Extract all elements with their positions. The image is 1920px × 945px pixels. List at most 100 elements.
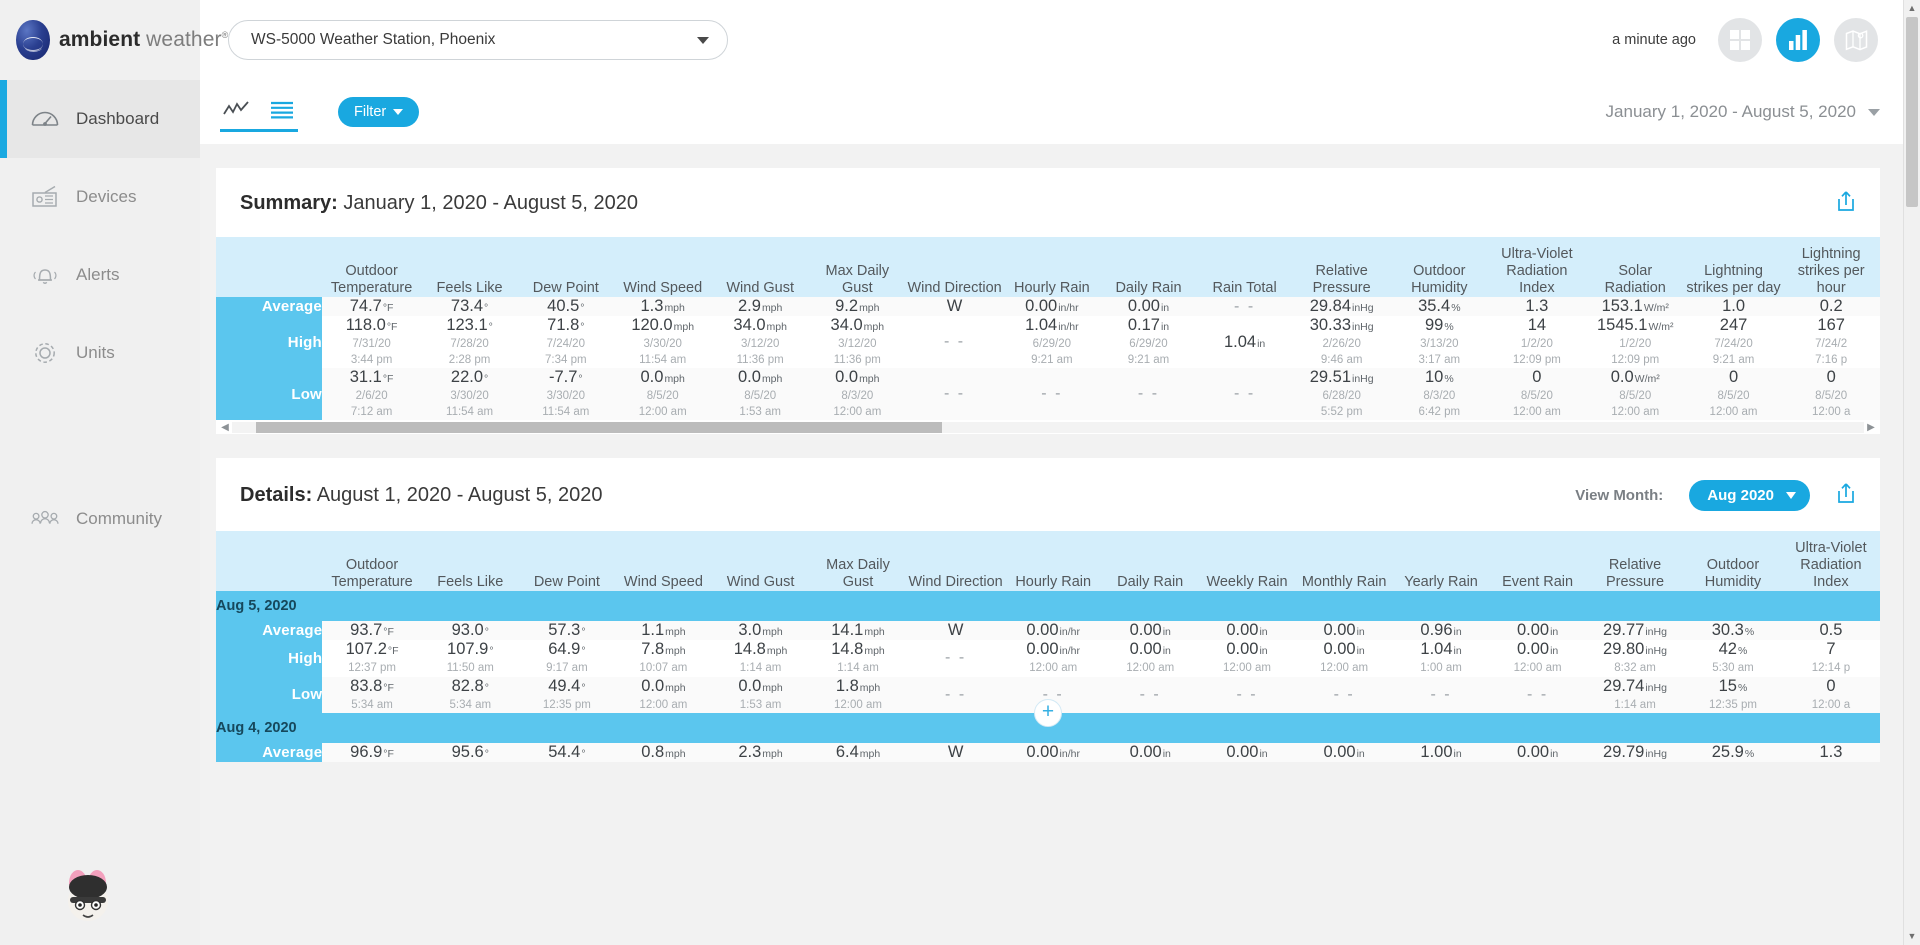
scroll-left-arrow-icon[interactable]: ◀ bbox=[218, 422, 232, 433]
cell-value: 0.00in/hr bbox=[1026, 621, 1080, 640]
no-data-indicator: - - bbox=[1236, 685, 1258, 703]
chart-view-button[interactable] bbox=[1776, 18, 1820, 62]
table-view-toggle[interactable] bbox=[266, 95, 298, 125]
table-cell: 0 12:00 a bbox=[1781, 676, 1880, 714]
table-cell: 0.00in bbox=[1489, 743, 1586, 763]
cell-unit: mph bbox=[859, 748, 881, 761]
cell-unit: mph bbox=[665, 681, 686, 694]
cell-timestamp: 8/5/20 12:00 am bbox=[1709, 390, 1758, 418]
table-cell: 247 7/24/20 9:21 am bbox=[1684, 316, 1783, 369]
cell-value: 83.8°F bbox=[350, 676, 394, 695]
cell-timestamp: 1/2/20 12:09 pm bbox=[1611, 338, 1660, 366]
table-cell: 0.00in bbox=[1198, 621, 1296, 641]
cell-timestamp: 3/30/20 11:54 am bbox=[639, 338, 687, 366]
table-cell: 0.00in bbox=[1295, 743, 1393, 763]
scroll-right-arrow-icon[interactable]: ▶ bbox=[1864, 422, 1878, 433]
sidebar-item-devices[interactable]: Devices bbox=[0, 158, 200, 236]
sidebar-item-community[interactable]: Community bbox=[0, 480, 200, 558]
table-cell: 29.80inHg 8:32 am bbox=[1585, 640, 1685, 677]
table-cell: 0.00in bbox=[1100, 297, 1197, 316]
sidebar-item-alerts[interactable]: Alerts bbox=[0, 236, 200, 314]
cell-unit: in bbox=[1162, 748, 1171, 761]
sidebar-label-units: Units bbox=[76, 343, 115, 362]
cell-unit: inHg bbox=[1352, 302, 1374, 314]
cell-timestamp: 7/28/20 2:28 pm bbox=[448, 338, 491, 366]
table-cell: 9.2mph bbox=[808, 297, 906, 316]
share-button[interactable] bbox=[1836, 190, 1856, 217]
cell-unit: % bbox=[1744, 748, 1755, 761]
table-cell: 118.0°F 7/31/20 3:44 pm bbox=[321, 316, 422, 369]
table-cell: 29.84inHg bbox=[1292, 297, 1391, 316]
table-cell: -7.7° 3/30/20 11:54 am bbox=[517, 368, 614, 421]
expand-day-button[interactable]: + bbox=[1034, 699, 1062, 728]
cell-value: 49.4° bbox=[548, 676, 586, 695]
cell-timestamp: 12:00 am bbox=[1513, 662, 1562, 675]
table-cell: 49.4° 12:35 pm bbox=[518, 676, 616, 714]
details-card-header: Details: August 1, 2020 - August 5, 2020… bbox=[216, 458, 1880, 531]
cell-value: 71.8° bbox=[547, 316, 585, 334]
cell-unit: W/m² bbox=[1643, 302, 1669, 314]
cell-timestamp: 8/3/20 6:42 pm bbox=[1418, 390, 1461, 418]
grid-view-button[interactable] bbox=[1718, 18, 1762, 62]
page-scrollbar-thumb[interactable] bbox=[1906, 17, 1918, 207]
page-scrollbar[interactable]: ▲ ▼ bbox=[1903, 0, 1920, 945]
scrollbar-thumb[interactable] bbox=[256, 421, 942, 433]
brand-logo[interactable]: ambient weather® bbox=[0, 0, 228, 80]
cell-unit: inHg bbox=[1645, 681, 1667, 694]
cell-value: 0.0mph bbox=[738, 676, 783, 695]
scroll-up-arrow-icon[interactable]: ▲ bbox=[1904, 0, 1920, 17]
ambient-weather-orb-icon bbox=[16, 20, 50, 60]
view-month-select[interactable]: Aug 2020 bbox=[1689, 480, 1810, 512]
app-root: ambient weather® WS-5000 Weather Station… bbox=[0, 0, 1920, 945]
cell-value: 29.80inHg bbox=[1603, 640, 1667, 659]
table-cell: - - bbox=[1100, 368, 1197, 421]
cell-value: 0.2 bbox=[1819, 297, 1843, 315]
table-cell: 123.1° 7/28/20 2:28 pm bbox=[421, 316, 518, 369]
cell-value: 35.4% bbox=[1418, 297, 1461, 315]
cell-unit: in bbox=[1259, 748, 1268, 761]
table-row: High 107.2°F 12:37 pm 107.9° 11:50 am 64.9° 9:… bbox=[216, 640, 1880, 677]
filter-button[interactable]: Filter bbox=[338, 97, 420, 127]
cell-unit: ° bbox=[484, 681, 489, 694]
graph-view-toggle[interactable] bbox=[220, 95, 252, 125]
cell-timestamp: 8/5/20 12:00 am bbox=[638, 390, 687, 418]
cell-unit: % bbox=[1451, 302, 1461, 314]
details-share-button[interactable] bbox=[1836, 482, 1856, 509]
cell-value: W bbox=[946, 297, 963, 315]
station-select[interactable]: WS-5000 Weather Station, Phoenix bbox=[228, 20, 728, 60]
table-cell: 1.04in/hr 6/29/20 9:21 am bbox=[1003, 316, 1101, 369]
date-range-selector[interactable]: January 1, 2020 - August 5, 2020 bbox=[1606, 102, 1880, 122]
table-cell: 95.6° bbox=[421, 743, 519, 763]
table-cell: W bbox=[906, 621, 1005, 641]
brand-name-bold: ambient bbox=[59, 28, 141, 51]
summary-col-relative-pressure: Relative Pressure bbox=[1312, 262, 1371, 296]
map-view-button[interactable] bbox=[1834, 18, 1878, 62]
table-cell: - - bbox=[1196, 297, 1293, 316]
table-cell: - - bbox=[905, 316, 1004, 369]
cell-timestamp: 1/2/20 12:09 pm bbox=[1512, 338, 1561, 366]
gear-icon bbox=[30, 338, 60, 368]
sidebar-item-units[interactable]: Units bbox=[0, 314, 200, 392]
day-group-header[interactable]: Aug 5, 2020 bbox=[216, 591, 1880, 622]
cell-value: 1.04in bbox=[1223, 332, 1266, 351]
cell-value: 29.77inHg bbox=[1603, 621, 1667, 640]
table-cell: 0.00in bbox=[1295, 621, 1393, 641]
table-cell: 29.79inHg bbox=[1585, 743, 1685, 763]
top-bar-actions: a minute ago bbox=[1612, 18, 1920, 62]
cell-timestamp: 8/5/20 12:00 a bbox=[1811, 390, 1851, 418]
row-label-high: High bbox=[216, 316, 322, 369]
summary-horizontal-scrollbar[interactable]: ◀ ▶ bbox=[216, 420, 1880, 435]
scrollbar-track[interactable] bbox=[232, 421, 1864, 433]
table-cell: 0.00in/hr bbox=[1004, 743, 1102, 763]
sidebar-item-dashboard[interactable]: Dashboard bbox=[0, 80, 200, 158]
table-cell: 64.9° 9:17 am bbox=[518, 640, 616, 677]
no-data-indicator: - - bbox=[1234, 385, 1256, 403]
cell-value: 0 bbox=[1826, 676, 1836, 695]
cell-timestamp: 7/24/20 9:21 am bbox=[1712, 338, 1755, 366]
user-avatar[interactable] bbox=[52, 861, 124, 929]
table-cell: 3.0mph bbox=[711, 621, 810, 641]
cell-unit: in/hr bbox=[1058, 302, 1079, 314]
cell-value: 0.00in bbox=[1226, 621, 1268, 640]
scroll-down-arrow-icon[interactable]: ▼ bbox=[1904, 928, 1920, 945]
cell-unit: mph bbox=[864, 626, 885, 639]
